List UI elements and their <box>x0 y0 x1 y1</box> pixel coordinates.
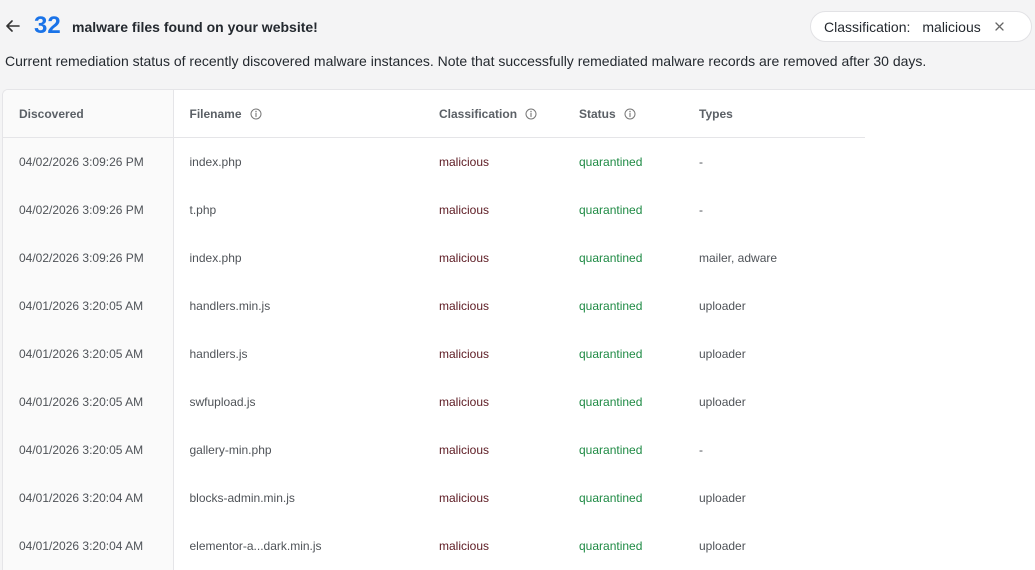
types-cell: uploader <box>683 522 865 570</box>
classification-filter-chip[interactable]: Classification: malicious <box>810 11 1032 42</box>
filename-cell: handlers.min.js <box>173 282 423 330</box>
classification-cell: malicious <box>423 282 563 330</box>
column-header-types[interactable]: Types <box>683 90 865 138</box>
filename-cell: elementor-a...dark.min.js <box>173 522 423 570</box>
discovered-cell: 04/01/2026 3:20:05 AM <box>3 378 173 426</box>
filter-chip-key: Classification: <box>824 19 910 35</box>
discovered-cell: 04/01/2026 3:20:05 AM <box>3 282 173 330</box>
types-cell: - <box>683 138 865 187</box>
classification-cell: malicious <box>423 474 563 522</box>
classification-cell: malicious <box>423 378 563 426</box>
filename-cell: handlers.js <box>173 330 423 378</box>
column-header-label[interactable]: Status <box>579 107 616 121</box>
malware-count: 32 <box>34 10 61 42</box>
filename-cell: swfupload.js <box>173 378 423 426</box>
column-header-status[interactable]: Status <box>563 90 683 138</box>
discovered-cell: 04/01/2026 3:20:04 AM <box>3 522 173 570</box>
filename-cell: gallery-min.php <box>173 426 423 474</box>
table-row[interactable]: 04/01/2026 3:20:04 AMblocks-admin.min.js… <box>3 474 865 522</box>
status-cell: quarantined <box>563 282 683 330</box>
info-icon[interactable] <box>525 108 537 120</box>
table-row[interactable]: 04/01/2026 3:20:05 AMhandlers.jsmaliciou… <box>3 330 865 378</box>
malware-table-container: Discovered Filename Classification Status Ty… <box>2 89 1035 570</box>
column-header-inner: Filename <box>190 107 262 121</box>
types-cell: uploader <box>683 378 865 426</box>
close-icon[interactable] <box>993 20 1007 34</box>
types-cell: - <box>683 186 865 234</box>
page-header: 32 malware files found on your website! … <box>0 0 1035 54</box>
types-cell: uploader <box>683 282 865 330</box>
classification-cell: malicious <box>423 186 563 234</box>
filename-cell: index.php <box>173 234 423 282</box>
status-cell: quarantined <box>563 474 683 522</box>
classification-cell: malicious <box>423 426 563 474</box>
table-header: Discovered Filename Classification Status Ty… <box>3 90 865 138</box>
table-row[interactable]: 04/01/2026 3:20:05 AMgallery-min.phpmali… <box>3 426 865 474</box>
status-cell: quarantined <box>563 378 683 426</box>
discovered-cell: 04/02/2026 3:09:26 PM <box>3 186 173 234</box>
table-row[interactable]: 04/02/2026 3:09:26 PMindex.phpmaliciousq… <box>3 138 865 187</box>
table-row[interactable]: 04/02/2026 3:09:26 PMindex.phpmaliciousq… <box>3 234 865 282</box>
column-header-label[interactable]: Classification <box>439 107 517 121</box>
types-cell: uploader <box>683 330 865 378</box>
column-header-inner: Types <box>699 107 733 121</box>
types-cell: - <box>683 426 865 474</box>
column-header-discovered[interactable]: Discovered <box>3 90 173 138</box>
malware-table: Discovered Filename Classification Status Ty… <box>3 90 865 570</box>
status-cell: quarantined <box>563 426 683 474</box>
status-cell: quarantined <box>563 234 683 282</box>
table-row[interactable]: 04/01/2026 3:20:04 AMelementor-a...dark.… <box>3 522 865 570</box>
column-header-inner: Status <box>579 107 636 121</box>
table-body: 04/02/2026 3:09:26 PMindex.phpmaliciousq… <box>3 138 865 570</box>
status-cell: quarantined <box>563 330 683 378</box>
info-icon[interactable] <box>250 108 262 120</box>
status-cell: quarantined <box>563 522 683 570</box>
column-header-filename[interactable]: Filename <box>173 90 423 138</box>
status-cell: quarantined <box>563 138 683 187</box>
filename-cell: index.php <box>173 138 423 187</box>
page-description: Current remediation status of recently d… <box>5 52 1030 70</box>
classification-cell: malicious <box>423 138 563 187</box>
column-header-classification[interactable]: Classification <box>423 90 563 138</box>
classification-cell: malicious <box>423 522 563 570</box>
discovered-cell: 04/01/2026 3:20:05 AM <box>3 426 173 474</box>
table-row[interactable]: 04/02/2026 3:09:26 PMt.phpmaliciousquara… <box>3 186 865 234</box>
back-arrow-icon[interactable] <box>4 17 22 35</box>
filename-cell: blocks-admin.min.js <box>173 474 423 522</box>
types-cell: uploader <box>683 474 865 522</box>
table-row[interactable]: 04/01/2026 3:20:05 AMhandlers.min.jsmali… <box>3 282 865 330</box>
column-header-label[interactable]: Types <box>699 107 733 121</box>
column-header-label[interactable]: Discovered <box>19 107 84 121</box>
table-row[interactable]: 04/01/2026 3:20:05 AMswfupload.jsmalicio… <box>3 378 865 426</box>
classification-cell: malicious <box>423 330 563 378</box>
types-cell: mailer, adware <box>683 234 865 282</box>
discovered-cell: 04/02/2026 3:09:26 PM <box>3 138 173 187</box>
column-header-inner: Classification <box>439 107 537 121</box>
page-title: malware files found on your website! <box>72 18 318 36</box>
discovered-cell: 04/01/2026 3:20:04 AM <box>3 474 173 522</box>
filename-cell: t.php <box>173 186 423 234</box>
discovered-cell: 04/02/2026 3:09:26 PM <box>3 234 173 282</box>
info-icon[interactable] <box>624 108 636 120</box>
filter-chip-value: malicious <box>922 19 980 35</box>
column-header-inner: Discovered <box>19 107 84 121</box>
classification-cell: malicious <box>423 234 563 282</box>
discovered-cell: 04/01/2026 3:20:05 AM <box>3 330 173 378</box>
status-cell: quarantined <box>563 186 683 234</box>
column-header-label[interactable]: Filename <box>190 107 242 121</box>
